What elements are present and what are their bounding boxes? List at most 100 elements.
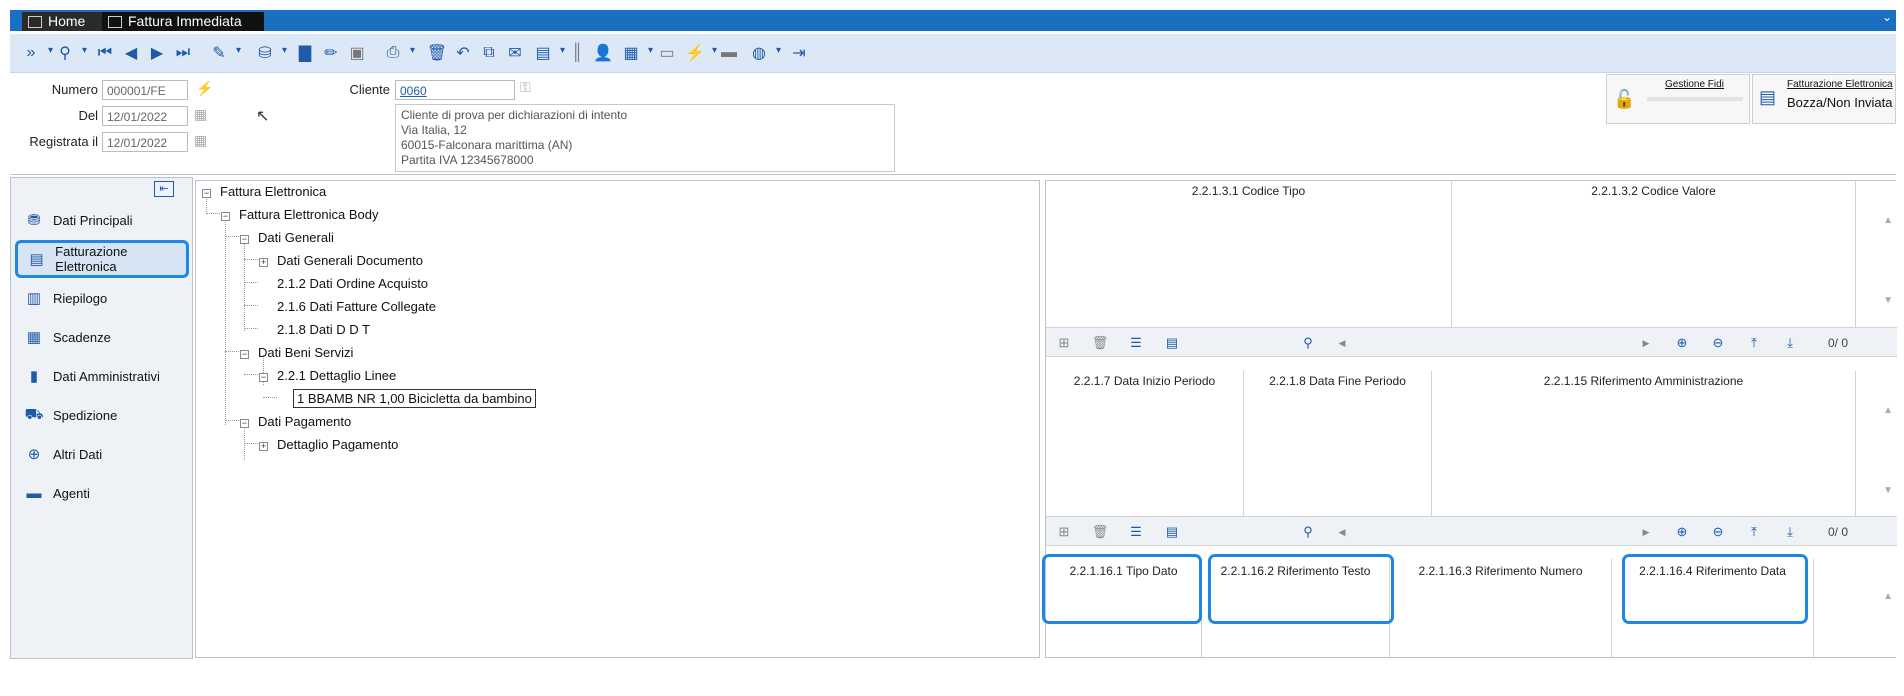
sidebar-item-scadenze[interactable]: ▦ Scadenze <box>15 320 189 354</box>
sidebar-item-dati-amministrativi[interactable]: ▮ Dati Amministrativi <box>15 359 189 393</box>
globe-icon[interactable]: ◍ <box>748 42 781 64</box>
calendar-picker-icon[interactable]: ▦ <box>194 106 207 123</box>
column-header[interactable]: 2.2.1.7 Data Inizio Periodo <box>1046 371 1244 391</box>
registrata-date-field[interactable]: 12/01/2022 <box>102 132 188 152</box>
collapse-node-icon[interactable]: − <box>240 419 249 428</box>
tree-node-body[interactable]: Fattura Elettronica Body <box>239 207 378 222</box>
tree-node-dati-generali-documento[interactable]: Dati Generali Documento <box>277 253 423 268</box>
table-view-icon[interactable]: ▤ <box>1162 333 1182 353</box>
database-icon[interactable]: ⛁ <box>254 42 287 64</box>
tab-home[interactable]: Home <box>22 12 104 31</box>
collapse-sidebar-icon[interactable]: ⇤ <box>154 181 174 197</box>
list-detail-icon[interactable]: ☰ <box>1126 522 1146 542</box>
add-row-icon[interactable]: ⊞ <box>1054 522 1074 542</box>
tree-node-ordine-acquisto[interactable]: 2.1.2 Dati Ordine Acquisto <box>277 276 428 291</box>
move-bottom-icon[interactable]: ⤓ <box>1780 333 1800 353</box>
move-bottom-icon[interactable]: ⤓ <box>1780 522 1800 542</box>
cliente-code-field[interactable]: 0060 <box>395 80 515 100</box>
collapse-node-icon[interactable]: − <box>259 373 268 382</box>
import-icon[interactable]: ▤ <box>532 42 565 64</box>
user-icon[interactable]: 👤 <box>592 42 614 64</box>
scroll-up-icon[interactable]: ▲ <box>1883 405 1893 416</box>
del-date-field[interactable]: 12/01/2022 <box>102 106 188 126</box>
move-top-icon[interactable]: ⤒ <box>1744 522 1764 542</box>
scroll-right-icon[interactable]: ▶ <box>1636 333 1656 353</box>
collapse-node-icon[interactable]: − <box>202 189 211 198</box>
tree-node-ddt[interactable]: 2.1.8 Dati D D T <box>277 322 370 337</box>
copy-icon[interactable]: ⧉ <box>478 42 500 64</box>
sidebar-item-altri-dati[interactable]: ⊕ Altri Dati <box>15 437 189 471</box>
barcode-icon[interactable]: ║ <box>566 42 588 64</box>
delete-row-icon[interactable]: 🗑 <box>1090 522 1110 542</box>
mail-icon[interactable]: ✉ <box>504 42 526 64</box>
numero-field[interactable]: 000001/FE <box>102 80 188 100</box>
first-record-icon[interactable]: ⏮ <box>94 42 116 64</box>
fatturazione-elettronica-card[interactable]: ▤ Fatturazione Elettronica Bozza/Non Inv… <box>1752 74 1896 124</box>
column-header[interactable]: 2.2.1.15 Riferimento Amministrazione <box>1432 371 1856 391</box>
scroll-right-icon[interactable]: ▶ <box>1636 522 1656 542</box>
search-icon[interactable]: ⚲ <box>54 42 87 64</box>
fe-card-title[interactable]: Fatturazione Elettronica <box>1787 79 1893 90</box>
wizard-icon[interactable]: ✎ <box>208 42 241 64</box>
gestione-fidi-title[interactable]: Gestione Fidi <box>1665 79 1724 90</box>
tree-node-dettaglio-linee[interactable]: 2.2.1 Dettaglio Linee <box>277 368 396 383</box>
sidebar-item-dati-principali[interactable]: ⛃ Dati Principali <box>15 203 189 237</box>
window-menu-chevron-icon[interactable]: ⌄ <box>1882 10 1892 24</box>
delete-row-icon[interactable]: 🗑 <box>1090 333 1110 353</box>
search-icon[interactable]: ⚲ <box>1298 333 1318 353</box>
save-icon[interactable]: ▣ <box>346 42 368 64</box>
grid-icon[interactable]: ▦ <box>620 42 653 64</box>
lightning-icon[interactable]: ⚡ <box>684 42 717 64</box>
list-detail-icon[interactable]: ☰ <box>1126 333 1146 353</box>
move-top-icon[interactable]: ⤒ <box>1744 333 1764 353</box>
exit-icon[interactable]: ⇥ <box>788 42 810 64</box>
next-record-icon[interactable]: ▶ <box>146 42 168 64</box>
expand-all-icon[interactable]: » <box>20 42 53 64</box>
new-document-icon[interactable]: ▇ <box>294 42 316 64</box>
lightning-small-icon[interactable]: ⚡ <box>196 80 213 97</box>
column-header[interactable]: 2.2.1.8 Data Fine Periodo <box>1244 371 1432 391</box>
collapse-node-icon[interactable]: − <box>221 212 230 221</box>
sidebar-item-agenti[interactable]: ▬ Agenti <box>15 476 189 510</box>
tree-node-fattura-elettronica[interactable]: Fattura Elettronica <box>220 184 326 199</box>
scroll-up-icon[interactable]: ▲ <box>1883 215 1893 226</box>
column-header[interactable]: 2.2.1.3.2 Codice Valore <box>1452 181 1856 201</box>
collapse-node-icon[interactable]: − <box>240 350 249 359</box>
calendar-picker-icon[interactable]: ▦ <box>194 132 207 149</box>
last-record-icon[interactable]: ⏭ <box>172 42 194 64</box>
column-header[interactable]: 2.2.1.16.3 Riferimento Numero <box>1390 559 1612 583</box>
scroll-up-icon[interactable]: ▲ <box>1883 591 1893 602</box>
tree-node-fatture-collegate[interactable]: 2.1.6 Dati Fatture Collegate <box>277 299 436 314</box>
sidebar-item-riepilogo[interactable]: ▥ Riepilogo <box>15 281 189 315</box>
zoom-in-icon[interactable]: ⊕ <box>1672 333 1692 353</box>
zoom-in-icon[interactable]: ⊕ <box>1672 522 1692 542</box>
column-header[interactable]: 2.2.1.3.1 Codice Tipo <box>1046 181 1452 201</box>
search-icon[interactable]: ⚲ <box>1298 522 1318 542</box>
collapse-node-icon[interactable]: − <box>240 235 249 244</box>
gestione-fidi-card[interactable]: 🔓 Gestione Fidi <box>1606 74 1750 124</box>
expand-node-icon[interactable]: + <box>259 258 268 267</box>
tree-node-dettaglio-pagamento[interactable]: Dettaglio Pagamento <box>277 437 398 452</box>
expand-node-icon[interactable]: + <box>259 442 268 451</box>
scroll-down-icon[interactable]: ▼ <box>1883 485 1893 496</box>
delete-icon[interactable]: 🗑 <box>426 42 448 64</box>
key-lookup-icon[interactable]: ⚿ <box>520 79 531 96</box>
add-row-icon[interactable]: ⊞ <box>1054 333 1074 353</box>
previous-record-icon[interactable]: ◀ <box>120 42 142 64</box>
tab-fattura-immediata[interactable]: Fattura Immediata <box>102 12 264 31</box>
zoom-out-icon[interactable]: ⊖ <box>1708 522 1728 542</box>
zoom-out-icon[interactable]: ⊖ <box>1708 333 1728 353</box>
scroll-left-icon[interactable]: ◀ <box>1332 333 1352 353</box>
table-view-icon[interactable]: ▤ <box>1162 522 1182 542</box>
scroll-left-icon[interactable]: ◀ <box>1332 522 1352 542</box>
tree-node-dati-pagamento[interactable]: Dati Pagamento <box>258 414 351 429</box>
undo-icon[interactable]: ↶ <box>452 42 474 64</box>
tree-node-beni-servizi[interactable]: Dati Beni Servizi <box>258 345 353 360</box>
briefcase-tool-icon[interactable]: ▬ <box>718 42 740 64</box>
sidebar-item-fatturazione-elettronica[interactable]: ▤ Fatturazione Elettronica <box>15 240 189 278</box>
tree-node-dati-generali[interactable]: Dati Generali <box>258 230 334 245</box>
tree-node-linea-selected[interactable]: 1 BBAMB NR 1,00 Bicicletta da bambino <box>293 389 536 408</box>
edit-icon[interactable]: ✏ <box>320 42 342 64</box>
scroll-down-icon[interactable]: ▼ <box>1883 295 1893 306</box>
print-icon[interactable]: ⎙ <box>382 42 415 64</box>
